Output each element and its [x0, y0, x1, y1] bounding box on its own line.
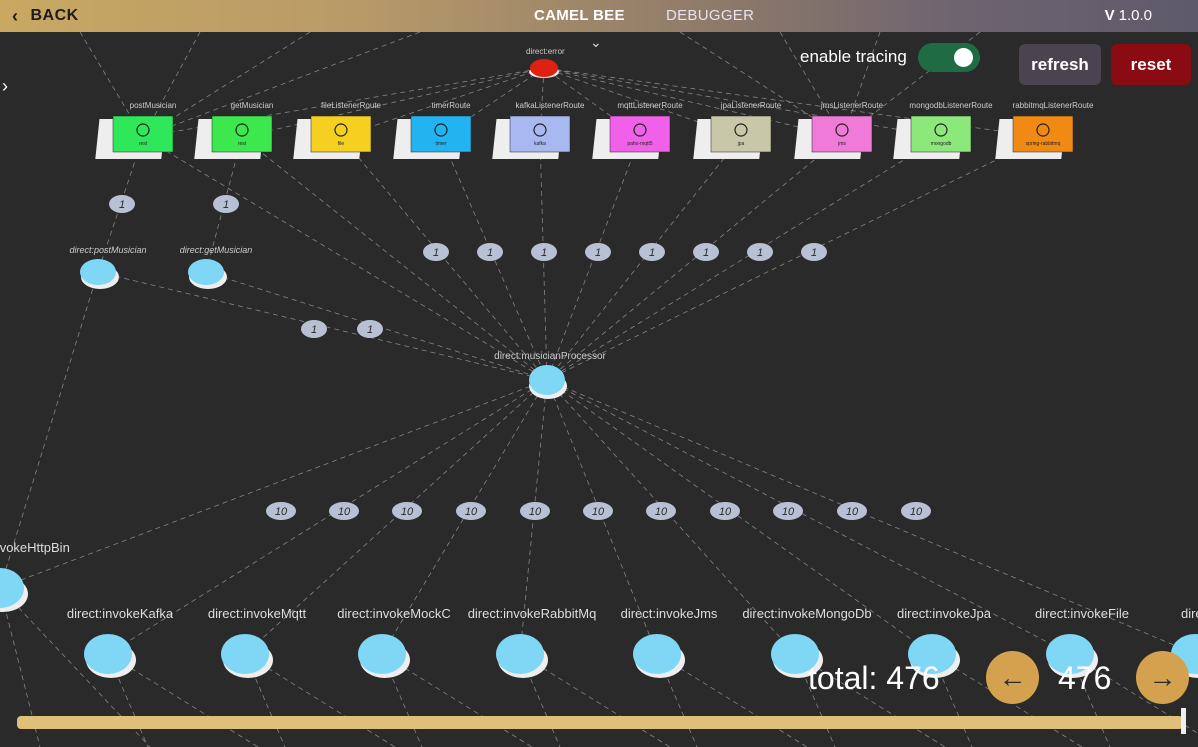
count-label: 1 — [703, 247, 709, 259]
count-label: 1 — [811, 247, 817, 259]
current-count: 476 — [1058, 660, 1112, 696]
count-label: 10 — [655, 506, 668, 518]
refresh-button[interactable]: refresh — [1019, 44, 1101, 85]
arrow-left-icon: ← — [998, 661, 1027, 693]
count-label: 10 — [719, 506, 732, 518]
route-sub-label: rest — [238, 141, 247, 147]
toggle-knob — [954, 48, 973, 67]
invoke-node[interactable] — [633, 634, 681, 674]
count-label: 1 — [433, 247, 439, 259]
prev-button[interactable]: ← — [986, 651, 1039, 704]
version-prefix: V — [1104, 7, 1115, 24]
count-label: 1 — [541, 247, 547, 259]
route-sub-label: kafka — [534, 141, 546, 147]
direct-node[interactable] — [188, 259, 224, 285]
count-label: 1 — [487, 247, 493, 259]
count-label: 10 — [592, 506, 605, 518]
invoke-node-label: direct:invokeJms — [621, 606, 718, 621]
route-sub-label: paho-mqtt5 — [627, 141, 653, 147]
top-bar: ‹ BACK CAMEL BEE DEBUGGER V 1.0.0 — [0, 0, 1198, 32]
route-label: jmsListenerRoute — [820, 101, 884, 110]
invoke-node[interactable] — [358, 634, 406, 674]
version-label: V 1.0.0 — [1105, 7, 1152, 24]
invoke-node-label: direct:invokeJpa — [897, 606, 992, 621]
bg-edge — [142, 32, 421, 138]
route-sub-label: rest — [139, 141, 148, 147]
version-number: 1.0.0 — [1118, 7, 1152, 24]
count-label: 10 — [782, 506, 795, 518]
processor-node-label: direct:musicianProcessor — [494, 351, 606, 362]
invoke-node[interactable] — [84, 634, 132, 674]
error-edge — [543, 67, 843, 138]
next-button[interactable]: → — [1136, 651, 1189, 704]
invoke-node-label: direct:invokeHttpBin — [0, 540, 70, 555]
invoke-node[interactable] — [221, 634, 269, 674]
count-label: 1 — [757, 247, 763, 259]
route-label: rabbitmqListenerRoute — [1013, 101, 1094, 110]
invoke-node-label: direct:invokeMockC — [337, 606, 450, 621]
tracing-toggle[interactable] — [918, 43, 980, 72]
count-label: 1 — [311, 324, 317, 336]
count-label: 1 — [649, 247, 655, 259]
route-label: kafkaListenerRoute — [516, 101, 585, 110]
total-label: total: 476 — [808, 660, 940, 696]
invoke-node-label: direct:inv — [1181, 606, 1198, 621]
back-label: BACK — [30, 7, 79, 24]
processor-node[interactable] — [529, 365, 565, 395]
app-stage: ‹ BACK CAMEL BEE DEBUGGER V 1.0.0 direct:… — [0, 0, 1198, 747]
route-label: getMusician — [231, 101, 274, 110]
count-label: 10 — [910, 506, 923, 518]
invoke-edge — [0, 379, 548, 589]
count-label: 1 — [119, 199, 125, 211]
count-label: 10 — [465, 506, 478, 518]
count-label: 10 — [529, 506, 542, 518]
chevron-right-icon[interactable]: › — [2, 76, 8, 97]
count-label: 1 — [223, 199, 229, 211]
timeline-scrollbar[interactable] — [17, 716, 1183, 729]
route-label: jpaListenerRoute — [720, 101, 782, 110]
error-node[interactable] — [530, 59, 558, 77]
route-edge — [546, 136, 1044, 381]
invoke-node-label: direct:invokeRabbitMq — [468, 606, 597, 621]
reset-button[interactable]: reset — [1111, 44, 1191, 85]
route-label: fileListenerRoute — [321, 101, 382, 110]
direct-node-label: direct:postMusician — [69, 245, 146, 255]
direct-node-label: direct:getMusician — [180, 245, 253, 255]
route-sub-label: mongodb — [931, 141, 952, 147]
invoke-node-label: direct:invokeMongoDb — [742, 606, 871, 621]
invoke-node-label: direct:invokeMqtt — [208, 606, 307, 621]
route-label: mongodbListenerRoute — [909, 101, 993, 110]
route-graph: direct:error rest postMusician rest getMusic… — [0, 32, 1198, 747]
chevron-down-icon[interactable]: ⌄ — [590, 34, 602, 51]
tracing-label: enable tracing — [800, 47, 907, 66]
count-label: 1 — [367, 324, 373, 336]
invoke-node-label: direct:invokeKafka — [67, 606, 174, 621]
invoke-node[interactable] — [496, 634, 544, 674]
scrollbar-thumb[interactable] — [1181, 708, 1186, 734]
tab-debugger[interactable]: DEBUGGER — [666, 7, 754, 24]
count-label: 10 — [338, 506, 351, 518]
arrow-right-icon: → — [1148, 661, 1177, 693]
route-sub-label: jpa — [737, 141, 745, 147]
count-label: 10 — [846, 506, 859, 518]
back-button[interactable]: ‹ BACK — [12, 6, 79, 26]
route-sub-label: jms — [837, 141, 846, 147]
count-label: 10 — [275, 506, 288, 518]
invoke-node-label: direct:invokeFile — [1035, 606, 1129, 621]
tab-camel-bee[interactable]: CAMEL BEE — [534, 7, 625, 24]
route-sub-label: file — [338, 141, 345, 147]
route-label: timerRoute — [431, 101, 471, 110]
direct-node[interactable] — [80, 259, 116, 285]
route-label: mqttListenerRoute — [617, 101, 683, 110]
count-label: 10 — [401, 506, 414, 518]
error-node-label: direct:error — [526, 47, 565, 56]
route-sub-label: spring-rabbitmq — [1026, 141, 1061, 147]
route-label: postMusician — [130, 101, 177, 110]
count-label: 1 — [595, 247, 601, 259]
route-edge — [241, 136, 548, 381]
route-sub-label: timer — [435, 141, 446, 147]
chevron-left-icon: ‹ — [12, 5, 19, 26]
